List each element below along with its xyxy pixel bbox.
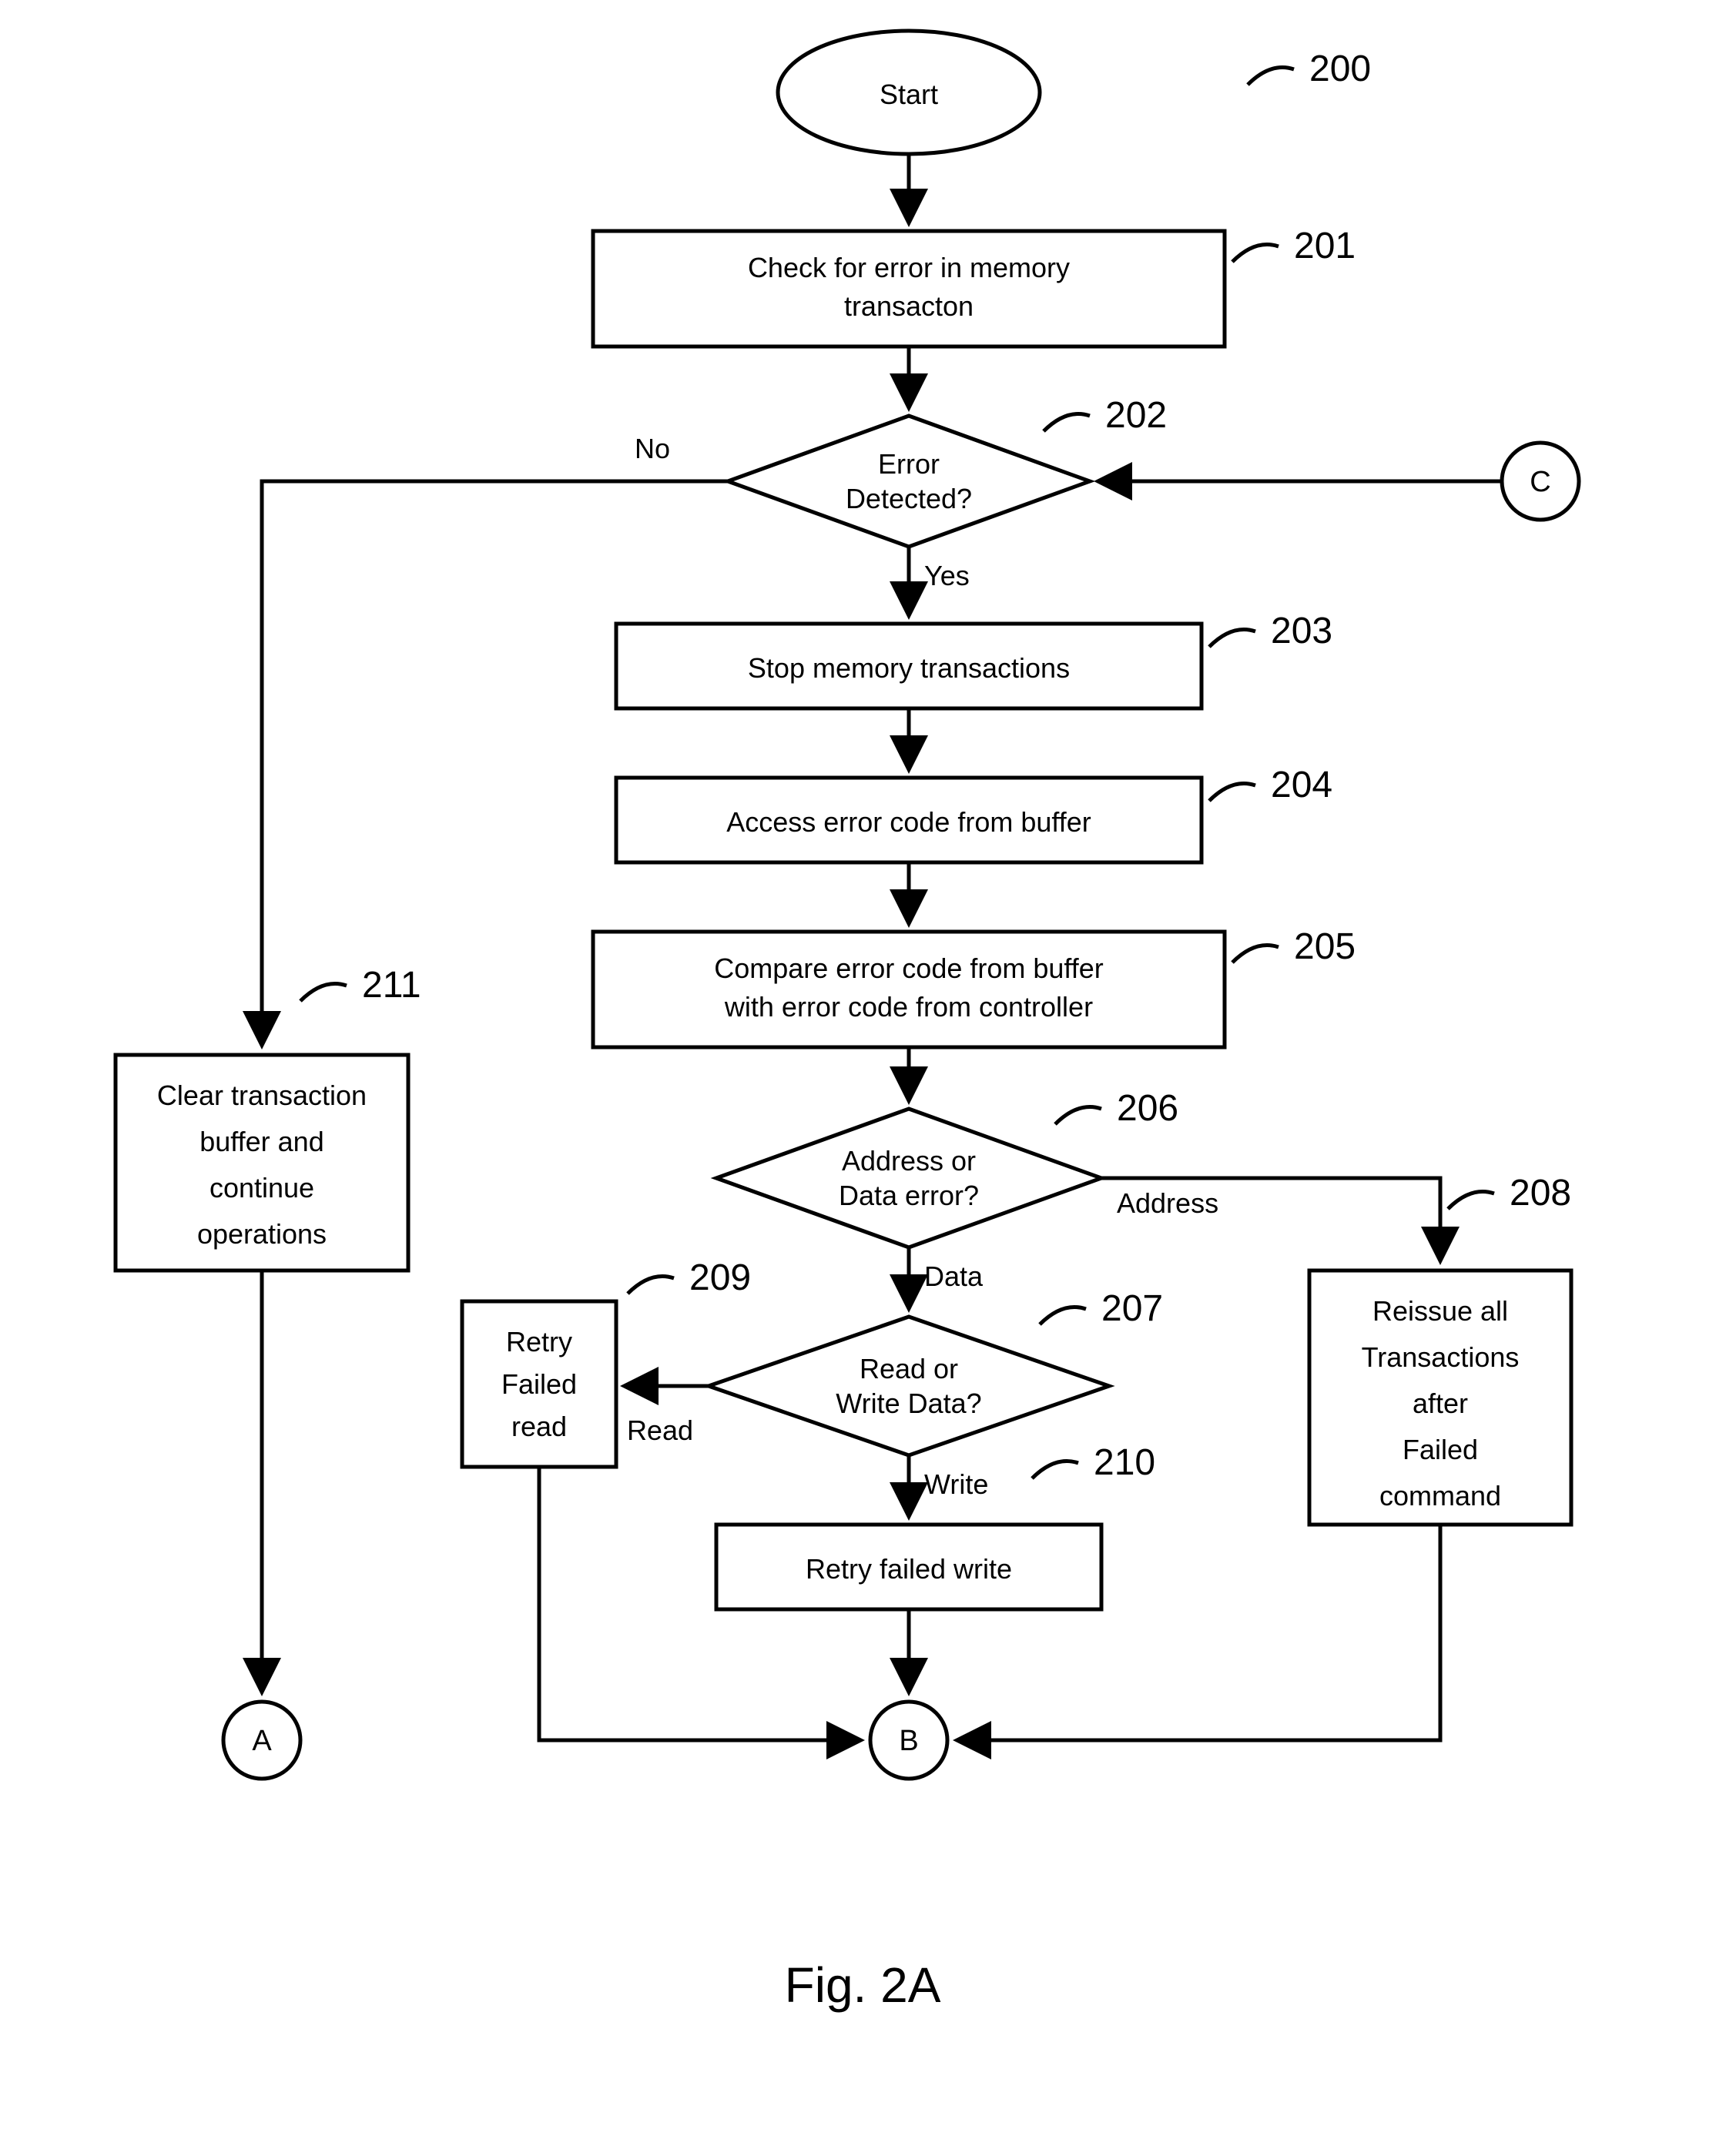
n202-l1: Error	[878, 448, 940, 480]
error-detected-decision	[728, 416, 1090, 547]
n207-l2: Write Data?	[836, 1388, 981, 1419]
ref-208: 208	[1510, 1173, 1571, 1214]
ref-211: 211	[362, 965, 421, 1006]
compare-error-code-box	[593, 932, 1225, 1047]
flowchart: Start 200 Check for error in memory tran…	[0, 0, 1726, 2156]
figure-label: Fig. 2A	[785, 1957, 941, 2013]
connector-b-label: B	[899, 1725, 918, 1757]
ref-203: 203	[1271, 611, 1332, 651]
connector-a-label: A	[252, 1725, 272, 1757]
ref-202: 202	[1105, 395, 1167, 436]
edge-write: Write	[924, 1468, 988, 1500]
n202-l2: Detected?	[846, 483, 972, 514]
n208-l2: Transactions	[1362, 1341, 1520, 1373]
edge-yes: Yes	[924, 560, 970, 591]
ref-207: 207	[1101, 1288, 1163, 1329]
ref-200: 200	[1309, 49, 1371, 89]
n211-l4: operations	[197, 1218, 327, 1250]
connector-c-label: C	[1530, 466, 1550, 498]
start-label: Start	[880, 79, 938, 110]
n210: Retry failed write	[806, 1553, 1012, 1585]
n211-l2: buffer and	[199, 1126, 323, 1157]
edge-no: No	[635, 433, 670, 464]
ref-209: 209	[689, 1257, 751, 1298]
n203: Stop memory transactions	[748, 652, 1070, 684]
n211-l3: continue	[209, 1172, 314, 1204]
n204: Access error code from buffer	[726, 806, 1091, 838]
address-or-data-decision	[716, 1109, 1101, 1247]
n208-l3: after	[1413, 1388, 1468, 1419]
n208-l1: Reissue all	[1372, 1295, 1508, 1327]
n209-l1: Retry	[506, 1326, 572, 1358]
ref-204: 204	[1271, 765, 1332, 805]
n209-l2: Failed	[501, 1368, 577, 1400]
n206-l2: Data error?	[839, 1180, 979, 1211]
n205-l2: with error code from controller	[724, 991, 1093, 1023]
edge-data: Data	[924, 1260, 984, 1292]
n207-l1: Read or	[860, 1353, 958, 1384]
read-or-write-decision	[709, 1317, 1109, 1455]
n201-l1: Check for error in memory	[748, 252, 1070, 283]
n205-l1: Compare error code from buffer	[714, 952, 1104, 984]
ref-206: 206	[1117, 1088, 1178, 1129]
ref-205: 205	[1294, 926, 1356, 967]
n209-l3: read	[511, 1411, 567, 1442]
check-error-box	[593, 231, 1225, 346]
edge-address: Address	[1117, 1187, 1218, 1219]
ref-201: 201	[1294, 226, 1356, 266]
n201-l2: transacton	[844, 290, 974, 322]
n211-l1: Clear transaction	[157, 1080, 367, 1111]
edge-read: Read	[627, 1414, 693, 1446]
n208-l5: command	[1379, 1480, 1501, 1512]
n208-l4: Failed	[1403, 1434, 1478, 1465]
ref-210: 210	[1094, 1442, 1155, 1483]
n206-l1: Address or	[842, 1145, 976, 1177]
